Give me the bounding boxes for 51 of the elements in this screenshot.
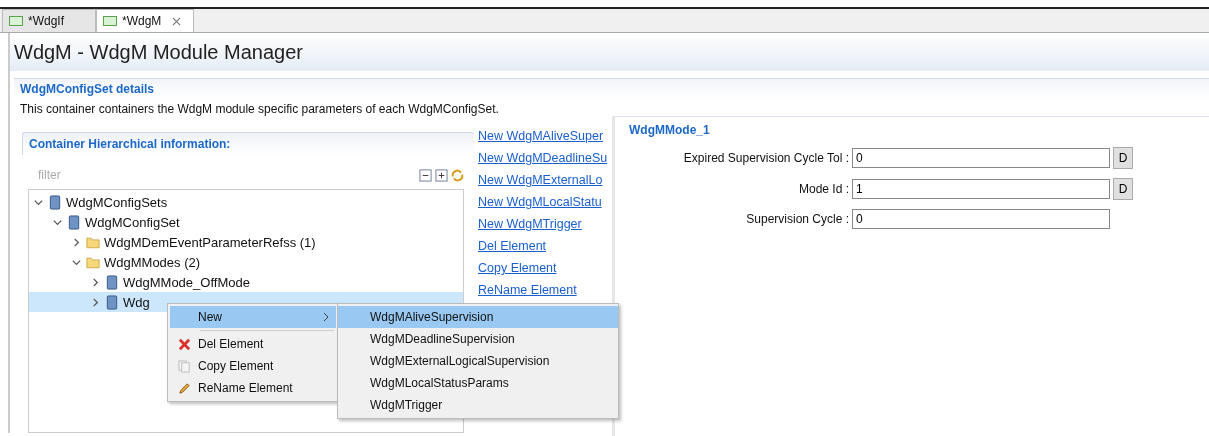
menu-item[interactable]: WdgMAliveSupervision [338, 306, 618, 328]
menu-item[interactable]: WdgMDeadlineSupervision [338, 328, 618, 350]
default-button[interactable]: D [1113, 147, 1133, 169]
tree-item[interactable]: WdgMMode_OffMode [123, 274, 250, 290]
collapse-all-icon[interactable] [419, 168, 432, 182]
section-title: WdgMConfigSet details [20, 82, 154, 96]
expand-all-icon[interactable] [435, 168, 448, 182]
collapsed-chevron-icon[interactable] [90, 296, 101, 308]
menu-item[interactable]: New [170, 306, 336, 328]
tree-item[interactable]: WdgMDemEventParameterRefss (1) [104, 234, 316, 250]
menu-item[interactable]: Copy Element [170, 355, 336, 377]
field-label: Supervision Cycle : [745, 212, 849, 226]
tree-item[interactable]: WdgMConfigSet [85, 214, 180, 230]
tab-label: *WdgM [122, 14, 162, 28]
copy-icon [177, 359, 191, 373]
action-link[interactable]: Del Element [478, 238, 612, 255]
menu-item[interactable]: ReName Element [170, 377, 336, 399]
collapsed-chevron-icon[interactable] [71, 236, 82, 248]
action-link[interactable]: ReName Element [478, 282, 612, 299]
panel-title: Container Hierarchical information: [29, 137, 231, 151]
pencil-icon [177, 381, 191, 395]
delete-icon [177, 337, 191, 351]
action-link[interactable]: New WdgMExternalLo [478, 172, 612, 189]
field-label: Mode Id : [797, 182, 849, 196]
close-icon[interactable] [172, 16, 182, 26]
tab-label: *WdgIf [28, 14, 64, 28]
detail-title: WdgMMode_1 [629, 123, 711, 137]
page-title: WdgM - WdgM Module Manager [14, 40, 303, 64]
input-field[interactable]: 1 [852, 179, 1110, 199]
menu-item[interactable]: WdgMTrigger [338, 394, 618, 416]
menu-item[interactable]: Del Element [170, 333, 336, 355]
editor-tab[interactable]: *WdgIf [2, 9, 96, 32]
menu-item[interactable]: WdgMLocalStatusParams [338, 372, 618, 394]
collapsed-chevron-icon[interactable] [90, 276, 101, 288]
tree-item[interactable]: WdgMModes (2) [104, 254, 201, 270]
action-link[interactable]: New WdgMAliveSuper [478, 128, 612, 145]
editor-tab[interactable]: *WdgM [96, 9, 194, 32]
default-button[interactable]: D [1113, 178, 1133, 200]
editor-icon [9, 16, 23, 26]
input-field[interactable]: 0 [852, 209, 1110, 229]
section-description: This container containers the WdgM module specific parameters of each WdgMConfigSet. [20, 102, 500, 116]
menu-item[interactable]: WdgMExternalLogicalSupervision [338, 350, 618, 372]
action-link[interactable]: New WdgMDeadlineSu [478, 150, 612, 167]
action-link[interactable]: New WdgMTrigger [478, 216, 612, 233]
tree-item[interactable]: Wdg [123, 294, 150, 310]
input-field[interactable]: 0 [852, 148, 1110, 168]
editor-icon [103, 16, 117, 26]
tree-item[interactable]: WdgMConfigSets [66, 194, 168, 210]
action-link[interactable]: Copy Element [478, 260, 612, 277]
action-link[interactable]: New WdgMLocalStatu [478, 194, 612, 211]
field-label: Expired Supervision Cycle Tol : [682, 151, 849, 165]
